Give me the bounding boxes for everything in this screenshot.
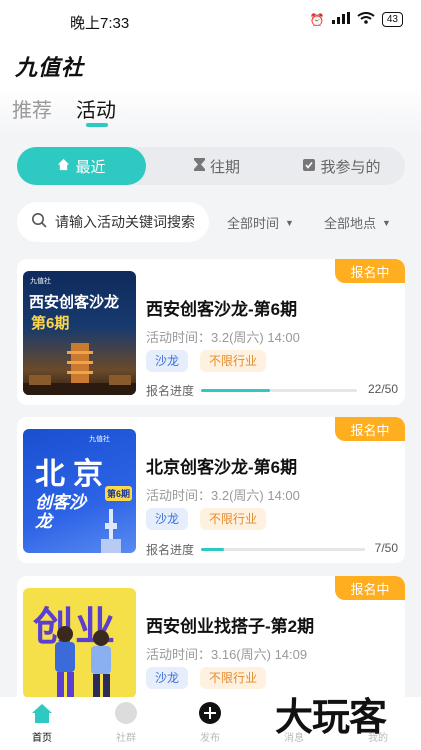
event-card[interactable]: 九值社 西安创客沙龙 第6期 西安创客沙龙-第6期 活动时间：3.2(周六) 1… <box>17 259 405 405</box>
home-icon <box>57 158 70 174</box>
status-badge: 报名中 <box>335 417 405 441</box>
status-icons: ⏰ 43 <box>310 12 403 27</box>
event-card[interactable]: 九值社 北京 第6期 创客沙龙 北京创客沙龙-第6期 活动时间：3.2(周六) … <box>17 417 405 563</box>
progress-bar <box>201 548 365 551</box>
caret-down-icon: ▼ <box>382 217 391 228</box>
pagoda-illustration <box>23 343 136 395</box>
search-box[interactable] <box>17 202 209 242</box>
status-badge: 报名中 <box>335 576 405 600</box>
event-time: 活动时间：3.16(周六) 14:09 <box>146 647 308 662</box>
status-bar: 晚上7:33 ⏰ 43 <box>0 0 421 40</box>
app-logo: 九值社 <box>15 55 85 80</box>
time-filter-label: 全部时间 <box>227 216 280 231</box>
signal-icon <box>331 12 350 27</box>
segment-past-label: 往期 <box>209 158 240 176</box>
people-illustration <box>55 626 111 697</box>
event-time: 活动时间：3.2(周六) 14:00 <box>146 330 300 345</box>
hourglass-icon <box>193 158 205 174</box>
segment-past[interactable]: 往期 <box>167 147 267 185</box>
segment-joined[interactable]: 我参与的 <box>287 147 397 185</box>
progress-bar <box>201 389 357 392</box>
event-title: 北京创客沙龙-第6期 <box>146 458 298 477</box>
caret-down-icon: ▼ <box>285 217 294 228</box>
event-title: 西安创业找搭子-第2期 <box>146 617 315 636</box>
tab-activity[interactable]: 活动 <box>76 94 116 123</box>
progress-label: 报名进度 <box>146 543 195 557</box>
alarm-icon: ⏰ <box>309 12 325 27</box>
time-filter[interactable]: 全部时间 ▼ <box>227 213 294 232</box>
search-input[interactable] <box>55 214 195 230</box>
plus-icon <box>198 701 222 725</box>
tab-indicator <box>86 123 108 127</box>
poster-issue: 第6期 <box>105 486 133 501</box>
nav-home-label: 首页 <box>32 733 52 744</box>
nav-community-label: 社群 <box>116 733 136 744</box>
event-tag-industry: 不限行业 <box>200 350 267 372</box>
event-poster: 九值社 西安创客沙龙 第6期 <box>23 271 136 395</box>
segment-joined-label: 我参与的 <box>320 158 381 176</box>
progress-count: 7/50 <box>374 541 398 555</box>
nav-home[interactable]: 首页 <box>12 701 72 744</box>
watermark: 大玩客 <box>275 695 387 739</box>
event-poster: 创业 <box>23 588 136 697</box>
poster-title: 西安创客沙龙 <box>29 294 120 311</box>
location-filter[interactable]: 全部地点 ▼ <box>324 213 391 232</box>
segment-recent-label: 最近 <box>75 158 106 176</box>
poster-issue: 第6期 <box>31 315 70 332</box>
event-time: 活动时间：3.2(周六) 14:00 <box>146 488 300 503</box>
battery-icon: 43 <box>381 12 403 27</box>
progress-fill <box>201 548 224 551</box>
poster-title: 创客沙龙 <box>35 493 86 531</box>
event-poster: 九值社 北京 第6期 创客沙龙 <box>23 429 136 553</box>
event-tag-type: 沙龙 <box>146 350 189 372</box>
home-icon <box>30 701 54 725</box>
event-tag-type: 沙龙 <box>146 667 189 689</box>
status-badge: 报名中 <box>335 259 405 283</box>
poster-brand: 九值社 <box>89 436 110 443</box>
community-icon <box>114 701 138 725</box>
tab-recommend[interactable]: 推荐 <box>12 94 52 123</box>
event-tag-industry: 不限行业 <box>200 667 267 689</box>
event-card[interactable]: 创业 西安创业找搭子-第2期 活动时间：3.16(周六) 14:09 沙龙 不限… <box>17 576 405 697</box>
tower-illustration <box>101 509 121 553</box>
check-square-icon <box>303 158 316 174</box>
event-tag-type: 沙龙 <box>146 508 189 530</box>
poster-city: 北京 <box>35 458 111 491</box>
search-icon <box>31 212 47 233</box>
poster-brand: 九值社 <box>30 278 51 285</box>
app-header: 九值社 <box>0 40 421 86</box>
status-time: 晚上7:33 <box>70 15 130 32</box>
wifi-icon <box>357 12 375 27</box>
nav-publish[interactable]: 发布 <box>180 701 240 744</box>
event-tag-industry: 不限行业 <box>200 508 267 530</box>
activity-segment-control: 最近 往期 我参与的 <box>17 147 405 185</box>
event-title: 西安创客沙龙-第6期 <box>146 300 298 319</box>
nav-community[interactable]: 社群 <box>96 701 156 744</box>
progress-fill <box>201 389 270 392</box>
progress-count: 22/50 <box>367 382 398 396</box>
nav-publish-label: 发布 <box>200 733 220 744</box>
location-filter-label: 全部地点 <box>324 216 377 231</box>
segment-recent[interactable]: 最近 <box>17 147 146 185</box>
progress-label: 报名进度 <box>146 384 195 398</box>
top-tabs: 推荐 活动 <box>0 86 421 136</box>
